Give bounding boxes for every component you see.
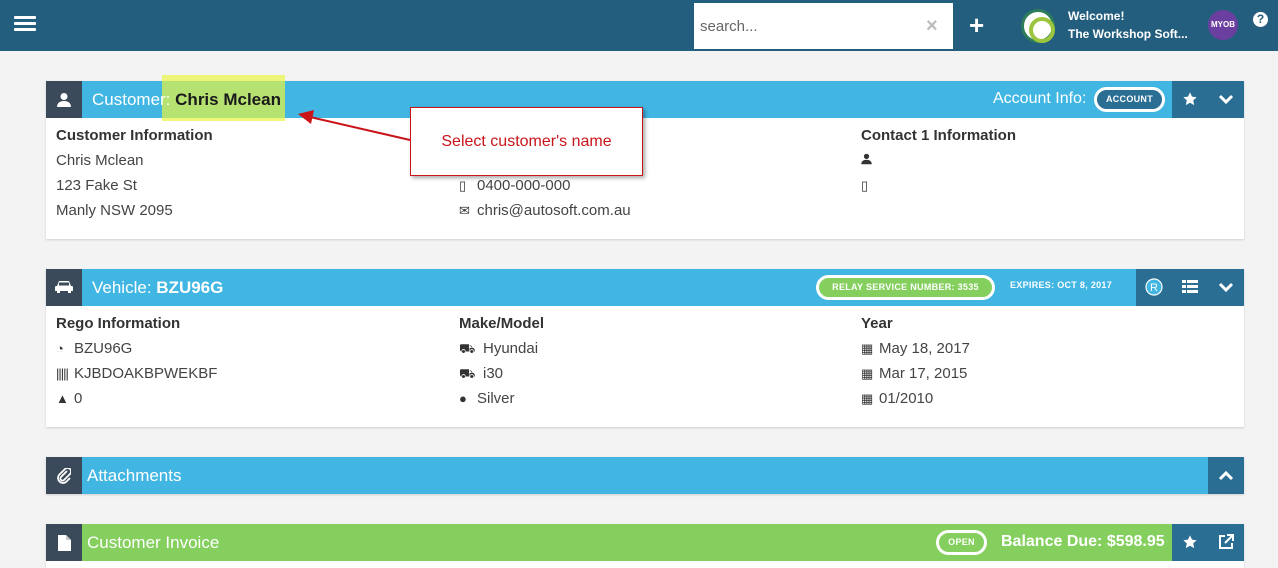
date-1-value: May 18, 2017 xyxy=(879,340,970,357)
vehicle-collapse-chevron-icon[interactable] xyxy=(1208,269,1244,306)
attachments-panel: Attachments xyxy=(46,457,1244,494)
make-model-information: Make/Model ⛟ Hyundai ⛟ i30 ● Silver xyxy=(459,315,544,415)
vehicle-panel-header: Vehicle: BZU96G RELAY SERVICE NUMBER: 35… xyxy=(46,269,1244,306)
open-external-icon[interactable] xyxy=(1208,524,1244,561)
make-model-heading: Make/Model xyxy=(459,315,545,332)
expires-label: EXPIRES: OCT 8, 2017 xyxy=(1010,280,1113,290)
svg-text:R: R xyxy=(1150,282,1158,294)
colour-value: Silver xyxy=(477,390,515,407)
document-icon xyxy=(46,524,82,561)
relay-service-badge[interactable]: RELAY SERVICE NUMBER: 3535 xyxy=(816,275,995,300)
vehicle-rego-title[interactable]: BZU96G xyxy=(156,278,223,297)
vehicle-title-label: Vehicle: xyxy=(92,278,152,297)
annotation-callout: Select customer's name xyxy=(410,107,643,176)
rego-information: Rego Information ◔ BZU96G ||||| KJBDOAKBPW… xyxy=(56,315,217,415)
calendar-icon: ▦ xyxy=(861,341,874,356)
barcode-icon: ||||| xyxy=(56,366,69,381)
paperclip-icon xyxy=(46,457,82,494)
calendar-icon: ▦ xyxy=(861,391,874,406)
expand-chevron-up-icon[interactable] xyxy=(1208,457,1244,494)
rego-value: BZU96G xyxy=(74,340,133,357)
rego-heading: Rego Information xyxy=(56,315,181,332)
attachments-panel-header[interactable]: Attachments xyxy=(46,457,1244,494)
year-information: Year ▦ May 18, 2017 ▦ Mar 17, 2015 ▦ 01/201… xyxy=(861,315,970,415)
calendar-icon: ▦ xyxy=(861,366,874,381)
odometer-value: 0 xyxy=(74,390,83,407)
make-car-icon: ⛟ xyxy=(459,341,476,356)
customer-invoice-panel: Customer Invoice OPEN Balance Due: $598.… xyxy=(46,524,1244,568)
vehicle-panel: Vehicle: BZU96G RELAY SERVICE NUMBER: 35… xyxy=(46,269,1244,427)
vehicle-title: Vehicle: BZU96G xyxy=(92,278,223,298)
paint-drop-icon: ● xyxy=(459,391,467,406)
invoice-panel-header: Customer Invoice OPEN Balance Due: $598.… xyxy=(46,524,1244,561)
invoice-status-badge: OPEN xyxy=(936,530,987,555)
make-value: Hyundai xyxy=(483,340,539,357)
invoice-title: Customer Invoice xyxy=(87,533,220,552)
balance-due: Balance Due: $598.95 xyxy=(1001,533,1165,550)
vin-value: KJBDOAKBPWEKBF xyxy=(74,365,218,382)
relay-r-icon[interactable]: R xyxy=(1136,269,1172,306)
date-3-value: 01/2010 xyxy=(879,390,934,407)
year-heading: Year xyxy=(861,315,893,332)
model-value: i30 xyxy=(483,365,504,382)
road-icon: ▲ xyxy=(56,391,69,406)
car-icon xyxy=(46,269,82,306)
attachments-title: Attachments xyxy=(87,466,182,485)
dashboard-icon: ◔ xyxy=(56,341,64,356)
date-2-value: Mar 17, 2015 xyxy=(879,365,968,382)
list-view-icon[interactable] xyxy=(1172,269,1208,306)
invoice-favourite-star-icon[interactable] xyxy=(1172,524,1208,561)
model-car-icon: ⛟ xyxy=(459,366,476,381)
